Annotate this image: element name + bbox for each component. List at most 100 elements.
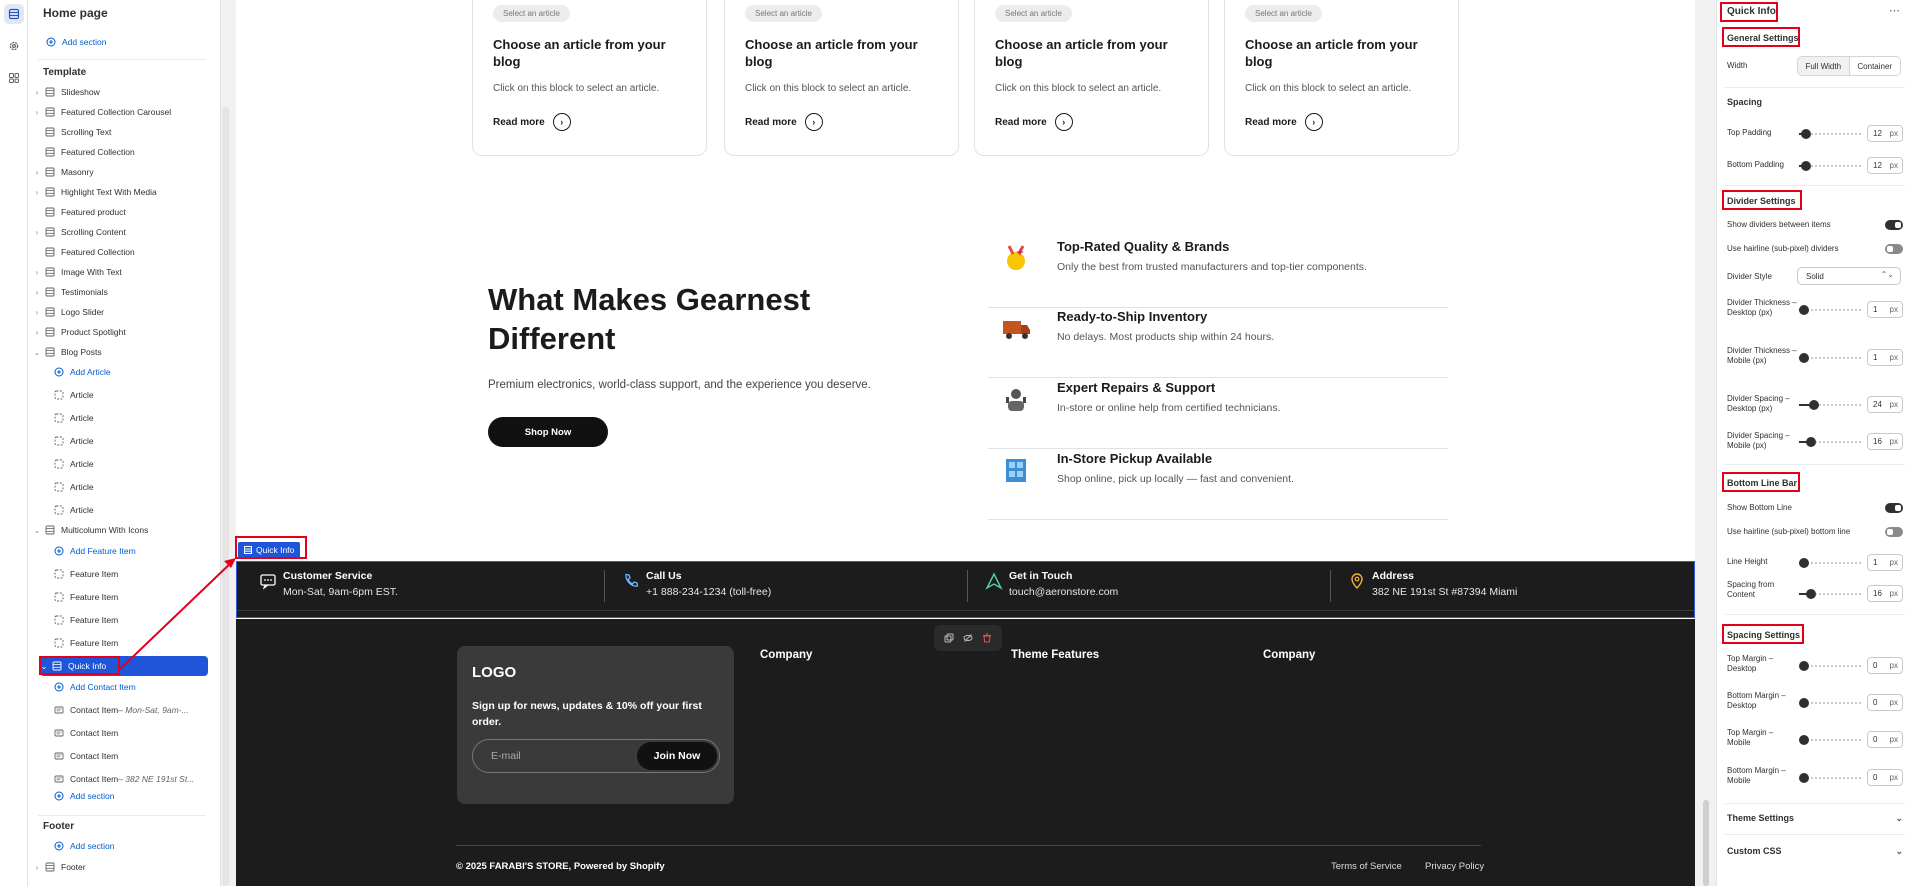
slider-knob[interactable] <box>1799 735 1809 745</box>
sidebar-block-item[interactable]: Contact Item <box>42 746 220 766</box>
width-toggle[interactable]: Full Width Container <box>1797 56 1901 76</box>
range-slider[interactable] <box>1799 589 1861 599</box>
sidebar-section-item[interactable]: › Slideshow <box>33 82 213 102</box>
sidebar-block-item[interactable]: Feature Item <box>42 564 220 584</box>
toggle-switch[interactable] <box>1885 527 1903 537</box>
sidebar-section-item[interactable]: ⌄ Multicolumn With Icons <box>33 520 213 540</box>
quick-info-section-tag[interactable]: Quick Info <box>238 542 301 558</box>
newsletter-block[interactable]: LOGO Sign up for news, updates & 10% off… <box>457 646 734 804</box>
feature-item[interactable]: Top-Rated Quality & Brands Only the best … <box>988 238 1448 308</box>
chevron-right-icon[interactable]: › <box>33 188 41 197</box>
chevron-right-icon[interactable]: › <box>33 308 41 317</box>
article-card[interactable]: Select an article Choose an article from … <box>724 0 959 156</box>
slider-knob[interactable] <box>1801 129 1811 139</box>
sidebar-section-item[interactable]: › Highlight Text With Media <box>33 182 213 202</box>
container-option[interactable]: Container <box>1850 57 1901 75</box>
terms-link[interactable]: Terms of Service <box>1331 861 1402 872</box>
chevron-right-icon[interactable]: › <box>33 228 41 237</box>
slider-knob[interactable] <box>1799 353 1809 363</box>
chevron-down-icon[interactable]: ⌄ <box>40 662 48 671</box>
apps-icon[interactable] <box>4 68 24 88</box>
number-input[interactable]: 16 px <box>1867 433 1903 450</box>
select-article-pill[interactable]: Select an article <box>493 5 570 22</box>
sidebar-section-item[interactable]: ⌄ Blog Posts <box>33 342 213 362</box>
full-width-option[interactable]: Full Width <box>1798 57 1850 75</box>
range-slider[interactable] <box>1799 773 1861 783</box>
range-slider[interactable] <box>1799 161 1861 171</box>
more-icon[interactable]: ⋯ <box>1889 4 1900 17</box>
chevron-right-icon[interactable]: › <box>33 328 41 337</box>
divider-style-select[interactable]: Solid ⌃⌄ <box>1797 267 1901 285</box>
sidebar-block-item[interactable]: Article <box>42 454 220 474</box>
sidebar-block-item[interactable]: Feature Item <box>42 587 220 607</box>
sidebar-section-item[interactable]: Scrolling Text <box>33 122 213 142</box>
number-input[interactable]: 1 px <box>1867 349 1903 366</box>
sidebar-block-item[interactable]: Article <box>42 408 220 428</box>
contact-item[interactable]: Address 382 NE 191st St #87394 Miami <box>1348 570 1678 606</box>
contact-item[interactable]: Customer Service Mon-Sat, 9am-6pm EST. <box>259 570 589 606</box>
sidebar-block-item[interactable]: Article <box>42 500 220 520</box>
select-article-pill[interactable]: Select an article <box>745 5 822 22</box>
range-slider[interactable] <box>1799 661 1861 671</box>
sidebar-block-item[interactable]: Contact Item <box>42 723 220 743</box>
email-input[interactable]: E-mail Join Now <box>472 739 720 773</box>
add-article-button[interactable]: Add Article <box>42 362 220 382</box>
toggle-switch[interactable] <box>1885 244 1903 254</box>
feature-item[interactable]: In-Store Pickup Available Shop online, pi… <box>988 450 1448 520</box>
slider-knob[interactable] <box>1799 698 1809 708</box>
slider-knob[interactable] <box>1806 437 1816 447</box>
number-input[interactable]: 24 px <box>1867 396 1903 413</box>
theme-settings-collapsible[interactable]: Theme Settings ⌄ <box>1727 813 1903 823</box>
slider-knob[interactable] <box>1799 558 1809 568</box>
add-contact-item-button[interactable]: Add Contact Item <box>42 677 220 697</box>
range-slider[interactable] <box>1799 129 1861 139</box>
slider-knob[interactable] <box>1806 589 1816 599</box>
sidebar-block-item[interactable]: Feature Item <box>42 610 220 630</box>
canvas-scrollbar[interactable] <box>1703 800 1709 886</box>
add-section-button[interactable]: Add section <box>42 786 220 806</box>
sidebar-section-item[interactable]: › Masonry <box>33 162 213 182</box>
sidebar-section-item[interactable]: › Image With Text <box>33 262 213 282</box>
sidebar-block-item[interactable]: Article <box>42 431 220 451</box>
sidebar-item-quick-info[interactable]: ⌄ Quick Info <box>40 656 208 676</box>
sidebar-block-item[interactable]: Article <box>42 477 220 497</box>
number-input[interactable]: 12 px <box>1867 157 1903 174</box>
number-input[interactable]: 0 px <box>1867 769 1903 786</box>
select-article-pill[interactable]: Select an article <box>1245 5 1322 22</box>
slider-knob[interactable] <box>1801 161 1811 171</box>
feature-item[interactable]: Expert Repairs & Support In-store or onli… <box>988 379 1448 449</box>
range-slider[interactable] <box>1799 305 1861 315</box>
chevron-down-icon[interactable]: ⌄ <box>33 348 41 357</box>
contact-item[interactable]: Get in Touch touch@aeronstore.com <box>985 570 1315 606</box>
chevron-down-icon[interactable]: ⌄ <box>33 526 41 535</box>
select-article-pill[interactable]: Select an article <box>995 5 1072 22</box>
gear-icon[interactable] <box>4 36 24 56</box>
sidebar-section-item[interactable]: › Footer <box>33 857 213 877</box>
number-input[interactable]: 16 px <box>1867 585 1903 602</box>
read-more-link[interactable]: Read more › <box>1245 113 1323 131</box>
chevron-right-icon[interactable]: › <box>33 168 41 177</box>
chevron-right-icon[interactable]: › <box>33 288 41 297</box>
sidebar-section-item[interactable]: › Featured Collection Carousel <box>33 102 213 122</box>
sidebar-section-item[interactable]: Featured product <box>33 202 213 222</box>
range-slider[interactable] <box>1799 558 1861 568</box>
sections-icon[interactable] <box>4 4 24 24</box>
chevron-right-icon[interactable]: › <box>33 268 41 277</box>
chevron-right-icon[interactable]: › <box>33 108 41 117</box>
privacy-link[interactable]: Privacy Policy <box>1425 861 1484 872</box>
sidebar-section-item[interactable]: › Testimonials <box>33 282 213 302</box>
chevron-right-icon[interactable]: › <box>33 88 41 97</box>
range-slider[interactable] <box>1799 400 1861 410</box>
sidebar-scrollbar[interactable] <box>222 107 229 886</box>
sidebar-section-item[interactable]: Featured Collection <box>33 242 213 262</box>
add-section-button[interactable]: Add section <box>42 836 220 856</box>
sidebar-block-item[interactable]: Article <box>42 385 220 405</box>
sidebar-section-item[interactable]: › Product Spotlight <box>33 322 213 342</box>
quick-info-bar[interactable]: Customer Service Mon-Sat, 9am-6pm EST. Cal… <box>236 561 1695 618</box>
custom-css-collapsible[interactable]: Custom CSS ⌄ <box>1727 846 1903 856</box>
read-more-link[interactable]: Read more › <box>745 113 823 131</box>
slider-knob[interactable] <box>1799 661 1809 671</box>
add-feature-item-button[interactable]: Add Feature Item <box>42 541 220 561</box>
article-card[interactable]: Select an article Choose an article from … <box>472 0 707 156</box>
number-input[interactable]: 0 px <box>1867 657 1903 674</box>
